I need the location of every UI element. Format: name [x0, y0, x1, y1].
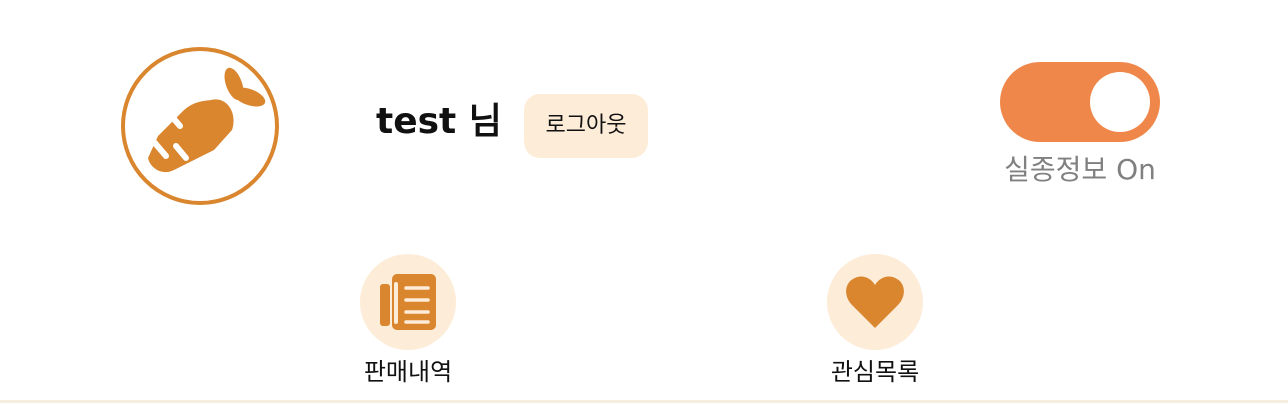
- menu-item-watchlist[interactable]: 관심목록: [795, 254, 955, 394]
- menu-icon-circle: [827, 254, 923, 350]
- document-list-icon: [380, 274, 436, 330]
- toggle-label: 실종정보 On: [1004, 153, 1156, 186]
- missing-info-toggle[interactable]: [1000, 62, 1160, 142]
- logout-button[interactable]: 로그아웃: [524, 94, 648, 158]
- menu-item-sales-history[interactable]: 판매내역: [328, 254, 488, 394]
- toggle-knob: [1090, 72, 1150, 132]
- divider: [0, 400, 1288, 403]
- avatar: [120, 46, 280, 206]
- menu-icon-circle: [360, 254, 456, 350]
- carrot-icon: [121, 47, 279, 205]
- menu-item-label: 판매내역: [363, 358, 453, 386]
- menu-item-label: 관심목록: [830, 358, 920, 386]
- heart-icon: [846, 276, 904, 328]
- username: test 님: [376, 101, 502, 142]
